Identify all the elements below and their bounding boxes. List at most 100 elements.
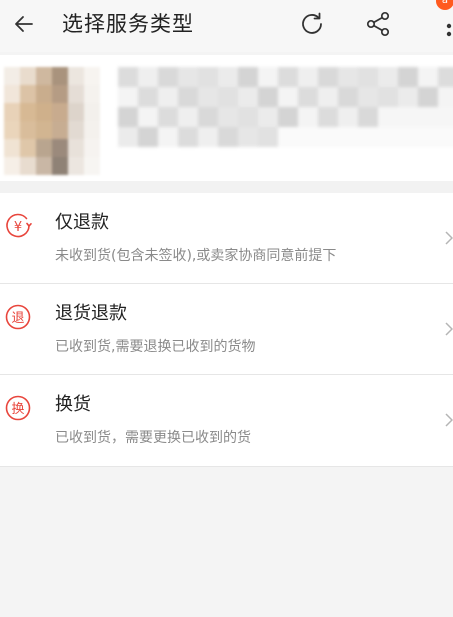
mosaic-block [36, 85, 52, 103]
chevron-right-icon [445, 322, 453, 336]
mosaic-block [218, 87, 238, 107]
chevron-right-icon [445, 413, 453, 427]
mosaic-block [358, 67, 378, 87]
mosaic-block [258, 67, 278, 87]
mosaic-block [278, 107, 298, 127]
mosaic-block [398, 127, 418, 147]
option-title: 退货退款 [55, 303, 127, 324]
option-title: 换货 [55, 394, 91, 415]
mosaic-block [138, 127, 158, 147]
mosaic-block [418, 87, 438, 107]
refresh-icon [302, 12, 322, 34]
mosaic-block [338, 87, 358, 107]
mosaic-block [218, 67, 238, 87]
mosaic-block [4, 121, 20, 139]
svg-text:退: 退 [11, 311, 24, 326]
mosaic-block [52, 85, 68, 103]
mosaic-block [118, 87, 138, 107]
product-card[interactable] [0, 55, 453, 181]
share-icon [366, 11, 390, 37]
mosaic-block [318, 67, 338, 87]
mosaic-block [84, 67, 100, 85]
mosaic-block [438, 127, 453, 147]
mosaic-block [52, 121, 68, 139]
mosaic-block [4, 103, 20, 121]
mosaic-block [4, 67, 20, 85]
mosaic-block [20, 67, 36, 85]
chevron-right-icon [445, 231, 453, 245]
mosaic-block [158, 107, 178, 127]
more-button[interactable] [424, 6, 453, 42]
mosaic-block [258, 87, 278, 107]
refresh-button[interactable] [294, 6, 330, 42]
mosaic-block [378, 87, 398, 107]
mosaic-block [218, 127, 238, 147]
mosaic-block [84, 121, 100, 139]
mosaic-block [318, 127, 338, 147]
mosaic-block [36, 103, 52, 121]
mosaic-block [20, 157, 36, 175]
mosaic-block [158, 87, 178, 107]
option-description: 已收到货,需要退换已收到的货物 [55, 339, 256, 355]
mosaic-block [20, 103, 36, 121]
mosaic-block [198, 87, 218, 107]
option-exchange[interactable]: 换 换货 已收到货，需要更换已收到的货 [0, 375, 453, 467]
option-refund-only[interactable]: ¥ 仅退款 未收到货(包含未签收),或卖家协商同意前提下 [0, 193, 453, 284]
mosaic-block [218, 107, 238, 127]
option-return-refund[interactable]: 退 退货退款 已收到货,需要退换已收到的货物 [0, 284, 453, 375]
more-vertical-icon [446, 23, 452, 37]
mosaic-block [298, 107, 318, 127]
svg-text:换: 换 [11, 402, 24, 417]
mosaic-block [158, 67, 178, 87]
share-button[interactable] [360, 6, 396, 42]
mosaic-block [318, 87, 338, 107]
mosaic-block [258, 107, 278, 127]
option-title: 仅退款 [55, 212, 109, 233]
back-button[interactable] [8, 8, 40, 40]
mosaic-block [418, 67, 438, 87]
mosaic-block [398, 107, 418, 127]
mosaic-block [358, 127, 378, 147]
arrow-left-icon [15, 16, 33, 32]
mosaic-block [238, 67, 258, 87]
exchange-icon: 换 [5, 395, 31, 421]
mosaic-block [438, 107, 453, 127]
mosaic-block [378, 67, 398, 87]
mosaic-block [84, 139, 100, 157]
mosaic-block [238, 127, 258, 147]
mosaic-block [52, 67, 68, 85]
mosaic-block [52, 157, 68, 175]
mosaic-block [438, 87, 453, 107]
page: 选择服务类型 a ¥ 仅退款 未收到货(包含未签收),或卖家协商同意前提下 退 … [0, 0, 453, 617]
mosaic-block [68, 103, 84, 121]
mosaic-block [138, 87, 158, 107]
section-divider [0, 181, 453, 193]
mosaic-block [118, 127, 138, 147]
mosaic-block [68, 67, 84, 85]
mosaic-block [4, 157, 20, 175]
option-description: 已收到货，需要更换已收到的货 [55, 430, 251, 446]
mosaic-block [36, 67, 52, 85]
mosaic-block [338, 127, 358, 147]
mosaic-block [118, 67, 138, 87]
page-title: 选择服务类型 [62, 12, 194, 36]
mosaic-block [278, 127, 298, 147]
mosaic-block [318, 107, 338, 127]
mosaic-block [178, 87, 198, 107]
mosaic-block [418, 127, 438, 147]
mosaic-block [68, 139, 84, 157]
mosaic-block [438, 67, 453, 87]
mosaic-block [418, 107, 438, 127]
return-icon: 退 [5, 304, 31, 330]
mosaic-block [338, 107, 358, 127]
mosaic-block [68, 157, 84, 175]
service-options-list: ¥ 仅退款 未收到货(包含未签收),或卖家协商同意前提下 退 退货退款 已收到货… [0, 193, 453, 467]
mosaic-block [198, 67, 218, 87]
mosaic-block [84, 103, 100, 121]
mosaic-block [238, 107, 258, 127]
svg-text:¥: ¥ [14, 220, 22, 235]
mosaic-block [138, 107, 158, 127]
mosaic-block [20, 121, 36, 139]
mosaic-block [338, 67, 358, 87]
mosaic-block [358, 87, 378, 107]
